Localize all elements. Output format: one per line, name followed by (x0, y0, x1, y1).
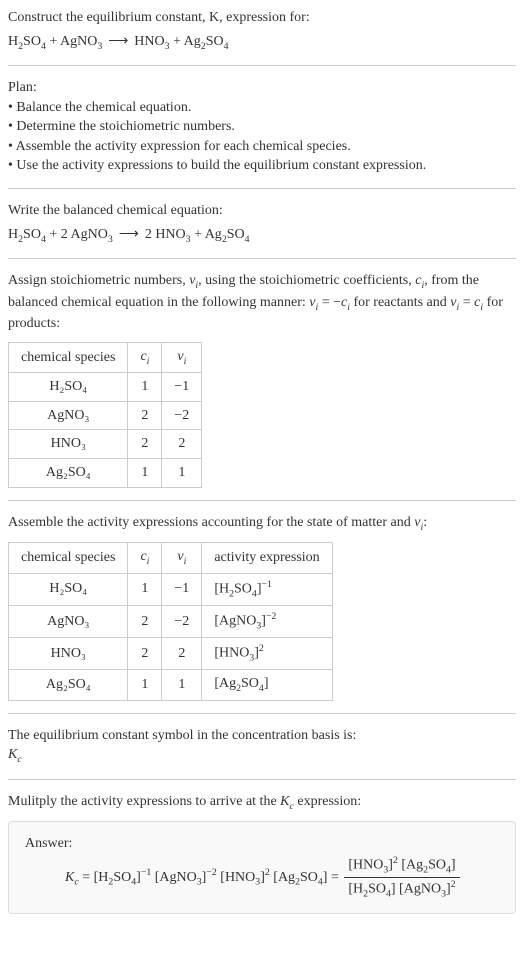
plan-bullet: • Determine the stoichiometric numbers. (8, 117, 516, 137)
col-ci: ci (128, 342, 162, 373)
answer-box: Answer: Kc = [H2SO4]−1 [AgNO3]−2 [HNO3]2… (8, 821, 516, 914)
col-nui: νi (162, 342, 202, 373)
activity-table: chemical species ci νi activity expressi… (8, 542, 333, 700)
col-species: chemical species (9, 543, 128, 574)
stoich-table: chemical species ci νi H₂SO₄1−1 AgNO₃2−2… (8, 342, 202, 488)
kc-line: The equilibrium constant symbol in the c… (8, 726, 516, 767)
plan-bullet: • Balance the chemical equation. (8, 98, 516, 118)
table-row: HNO₃22 (9, 430, 202, 459)
col-activity: activity expression (202, 543, 332, 574)
plan: Plan: • Balance the chemical equation. •… (8, 78, 516, 176)
unbalanced-equation: H2SO4 + AgNO3⟶HNO3 + Ag2SO4 (8, 32, 516, 54)
plan-bullet: • Assemble the activity expression for e… (8, 137, 516, 157)
balanced-equation: H2SO4 + 2 AgNO3⟶2 HNO3 + Ag2SO4 (8, 225, 516, 247)
balanced: Write the balanced chemical equation: H2… (8, 201, 516, 246)
plan-bullet: • Use the activity expressions to build … (8, 156, 516, 176)
divider (8, 188, 516, 189)
col-nui: νi (162, 543, 202, 574)
col-ci: ci (128, 543, 162, 574)
arrow-icon: ⟶ (108, 34, 128, 49)
answer-equation: Kc = [H2SO4]−1 [AgNO3]−2 [HNO3]2 [Ag2SO4… (65, 854, 499, 901)
table-row: Ag₂SO₄11 [Ag2SO4] (9, 670, 333, 701)
table-row: AgNO₃2−2 [AgNO3]−2 (9, 605, 333, 637)
multiply-line: Mulitply the activity expressions to arr… (8, 792, 516, 814)
divider (8, 500, 516, 501)
divider (8, 779, 516, 780)
col-species: chemical species (9, 342, 128, 373)
table-row: Ag₂SO₄11 (9, 459, 202, 488)
divider (8, 258, 516, 259)
table-row: H₂SO₄1−1 (9, 373, 202, 402)
divider (8, 65, 516, 66)
plan-title: Plan: (8, 78, 516, 98)
table-row: HNO₃22 [HNO3]2 (9, 637, 333, 669)
activity-line: Assemble the activity expressions accoun… (8, 513, 516, 535)
divider (8, 713, 516, 714)
intro-line: Construct the equilibrium constant, K, e… (8, 8, 516, 28)
intro: Construct the equilibrium constant, K, e… (8, 8, 516, 53)
stoich-text: Assign stoichiometric numbers, νi, using… (8, 271, 516, 334)
fraction: [HNO3]2 [Ag2SO4][H2SO4] [AgNO3]2 (344, 854, 459, 901)
balanced-line: Write the balanced chemical equation: (8, 201, 516, 221)
answer-label: Answer: (25, 834, 499, 854)
table-row: H₂SO₄1−1 [H2SO4]−1 (9, 573, 333, 605)
table-row: AgNO₃2−2 (9, 401, 202, 430)
table-header-row: chemical species ci νi (9, 342, 202, 373)
table-header-row: chemical species ci νi activity expressi… (9, 543, 333, 574)
arrow-icon: ⟶ (119, 227, 139, 242)
